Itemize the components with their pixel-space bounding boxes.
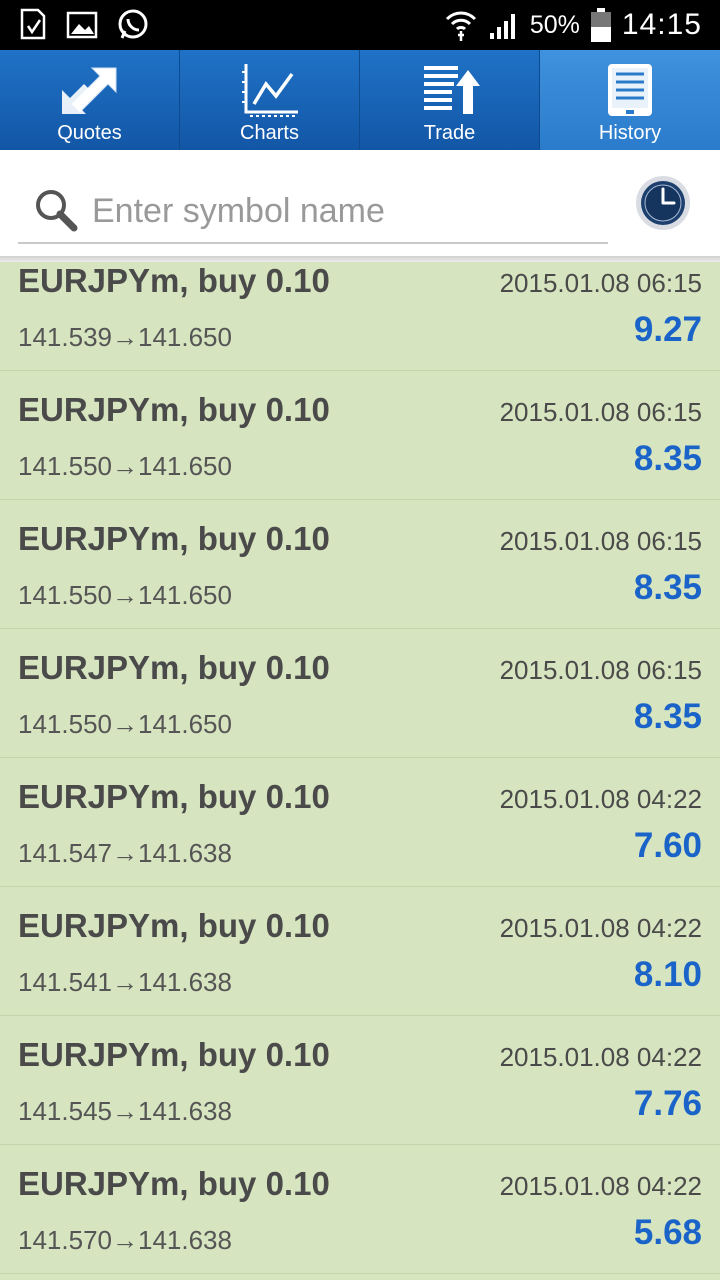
search-box [18, 180, 608, 244]
battery-percent: 50% [529, 10, 580, 39]
tab-quotes-label: Quotes [57, 122, 122, 144]
list-item[interactable]: EURJPYm, buy 0.10 2015.01.08 04:22 141.5… [0, 1016, 720, 1145]
list-item[interactable]: EURJPYm, buy 0.10 2015.01.08 06:15 141.5… [0, 371, 720, 500]
deal-symbol: EURJPYm, buy 0.10 [18, 1036, 330, 1073]
deal-symbol: EURJPYm, buy 0.10 [18, 649, 330, 686]
deal-symbol: EURJPYm, buy 0.10 [18, 1165, 330, 1202]
search-icon [36, 190, 78, 232]
deal-date: 2015.01.08 04:22 [499, 784, 702, 814]
quotes-arrows-icon [61, 67, 116, 114]
list-item[interactable]: EURJPYm, buy 0.10 2015.01.08 06:15 141.5… [0, 629, 720, 758]
clock-time: 14:15 [621, 8, 702, 41]
battery-icon [590, 8, 611, 42]
deal-date: 2015.01.08 06:15 [499, 268, 702, 298]
gallery-icon [66, 11, 98, 39]
deal-profit: 8.35 [633, 568, 702, 607]
tab-quotes[interactable]: Quotes [0, 50, 180, 150]
signal-icon [489, 14, 515, 39]
deal-prices: 141.545→141.638 [18, 1096, 232, 1126]
deal-symbol: EURJPYm, buy 0.10 [18, 262, 330, 299]
tab-charts[interactable]: Charts [180, 50, 360, 150]
deal-profit: 7.60 [633, 826, 702, 865]
wifi-icon [445, 11, 476, 41]
search-input[interactable] [90, 186, 600, 236]
tab-history[interactable]: History [540, 50, 720, 158]
tab-trade[interactable]: Trade [360, 50, 540, 150]
list-item[interactable]: EURJPYm, buy 0.10 2015.01.08 06:15 141.5… [0, 262, 720, 371]
deal-prices: 141.550→141.650 [18, 580, 232, 610]
trade-list-icon [423, 66, 480, 114]
deal-date: 2015.01.08 06:15 [499, 526, 702, 556]
tab-history-label: History [598, 122, 662, 144]
deal-date: 2015.01.08 04:22 [499, 913, 702, 943]
deal-date: 2015.01.08 04:22 [499, 1171, 702, 1201]
deal-profit: 8.10 [633, 955, 702, 994]
deal-date: 2015.01.08 04:22 [499, 1042, 702, 1072]
list-item[interactable]: EURJPYm, buy 0.10 2015.01.08 04:22 141.5… [0, 887, 720, 1016]
whatsapp-icon [118, 9, 148, 39]
tab-charts-label: Charts [240, 122, 299, 144]
clock-icon[interactable] [634, 174, 692, 232]
deal-profit: 9.27 [633, 310, 702, 349]
tab-bar: Quotes Charts Trade History [0, 50, 720, 158]
deal-symbol: EURJPYm, buy 0.10 [18, 391, 330, 428]
deal-prices: 141.550→141.650 [18, 709, 232, 739]
deal-prices: 141.570→141.638 [18, 1225, 232, 1255]
deal-symbol: EURJPYm, buy 0.10 [18, 778, 330, 815]
list-item[interactable]: EURJPYm, buy 0.10 2015.01.08 04:22 141.5… [0, 758, 720, 887]
deal-prices: 141.539→141.650 [18, 322, 232, 352]
deal-profit: 7.76 [633, 1084, 702, 1123]
deal-date: 2015.01.08 06:15 [499, 655, 702, 685]
chart-line-icon [241, 64, 298, 117]
deal-profit: 5.68 [633, 1213, 702, 1252]
history-list[interactable]: EURJPYm, buy 0.10 2015.01.08 06:15 141.5… [0, 262, 720, 1280]
deal-symbol: EURJPYm, buy 0.10 [18, 520, 330, 557]
sim-card-icon [20, 8, 46, 40]
list-item[interactable]: EURJPYm, buy 0.10 2015.01.08 04:22 141.5… [0, 1145, 720, 1274]
deal-prices: 141.550→141.650 [18, 451, 232, 481]
deal-profit: 8.35 [633, 697, 702, 736]
deal-date: 2015.01.08 06:15 [499, 397, 702, 427]
search-area [0, 150, 720, 260]
tab-trade-label: Trade [423, 122, 476, 144]
list-item[interactable]: EURJPYm, buy 0.10 2015.01.08 06:15 141.5… [0, 500, 720, 629]
status-bar: 50% 14:15 [0, 0, 720, 50]
deal-symbol: EURJPYm, buy 0.10 [18, 907, 330, 944]
deal-prices: 141.547→141.638 [18, 838, 232, 868]
deal-prices: 141.541→141.638 [18, 967, 232, 997]
history-book-icon [608, 64, 652, 116]
deal-profit: 8.35 [633, 439, 702, 478]
